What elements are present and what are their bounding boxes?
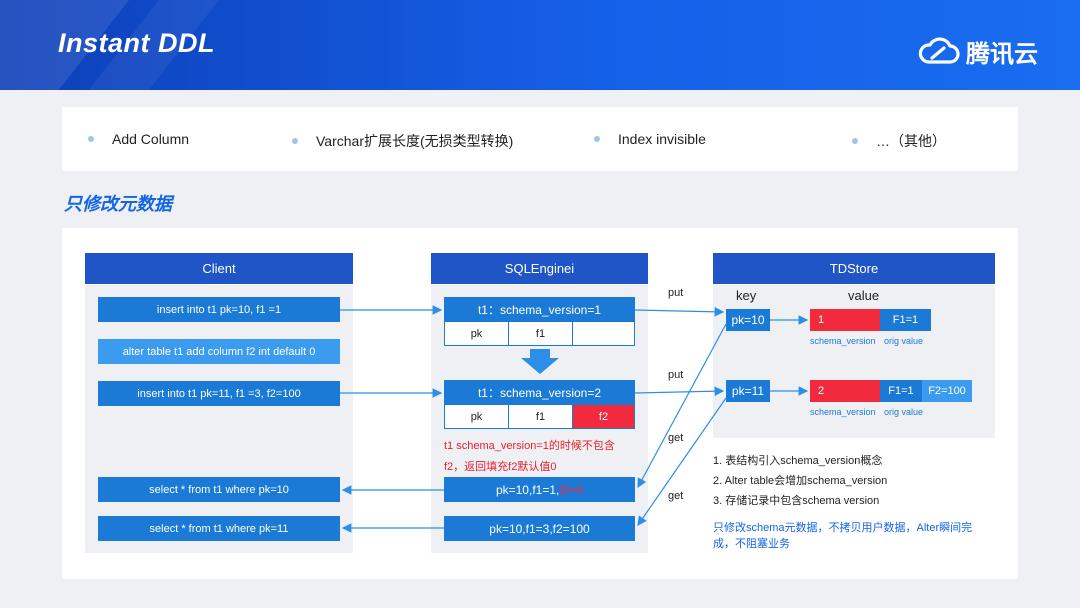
- arrow-line: [634, 307, 725, 317]
- arrow-line: [634, 386, 725, 396]
- flow-arrows: [340, 305, 809, 533]
